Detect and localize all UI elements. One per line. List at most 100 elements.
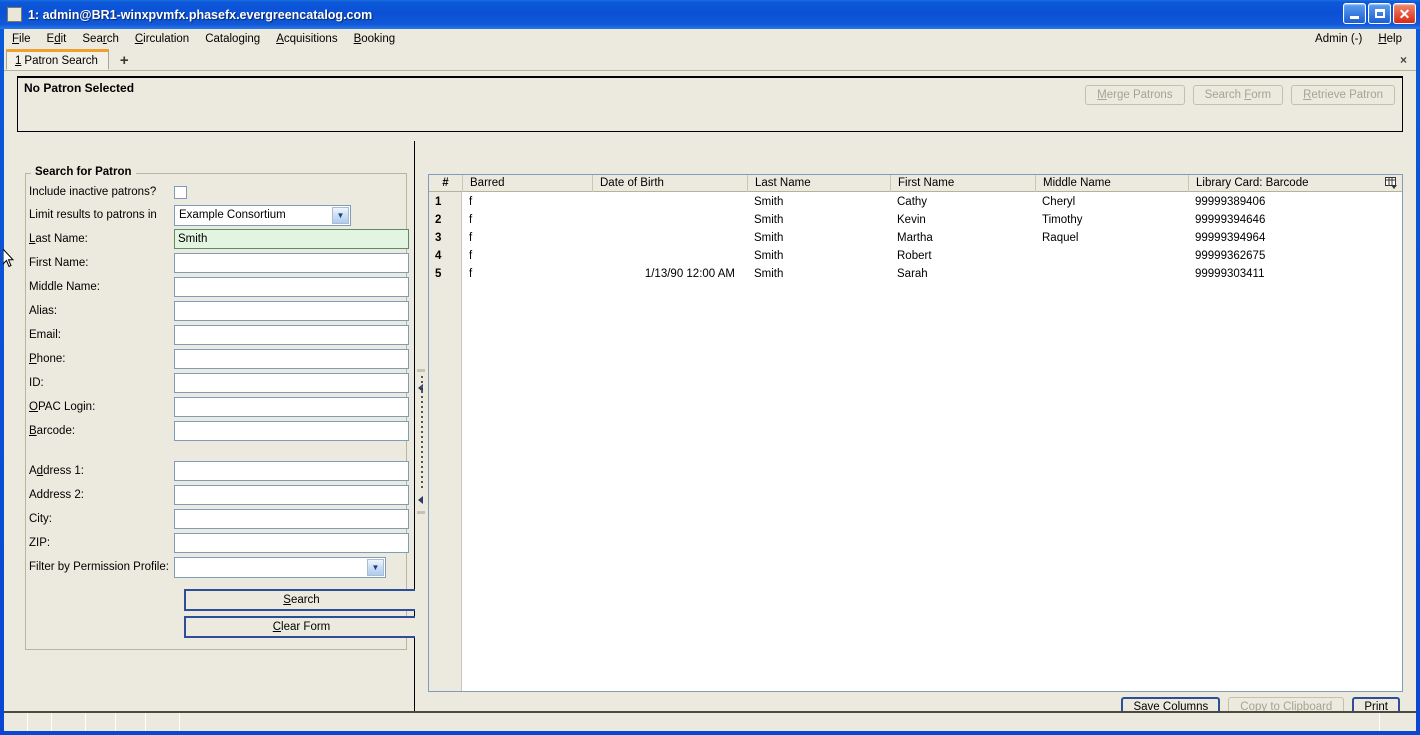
table-row[interactable]: 1 f Smith Cathy Cheryl 99999389406 <box>429 193 1402 211</box>
barcode-input[interactable] <box>174 421 409 441</box>
table-cell-middle: Raquel <box>1042 232 1079 244</box>
limit-results-select[interactable]: Example Consortium ▼ <box>174 204 351 226</box>
alias-input[interactable] <box>174 301 409 321</box>
table-cell-barcode: 99999303411 <box>1195 268 1265 280</box>
field-row-last-name: Last Name: <box>29 229 409 249</box>
table-cell-barcode: 99999394646 <box>1195 214 1266 226</box>
field-row-city: City: <box>29 509 409 529</box>
application-window: 1: admin@BR1-winxpvmfx.phasefx.evergreen… <box>0 0 1420 735</box>
label-address1: Address 1: <box>29 465 84 477</box>
label-alias: Alias: <box>29 305 58 317</box>
table-cell-barcode: 99999362675 <box>1195 250 1266 262</box>
label-opac-login: OPAC Login: <box>29 401 96 413</box>
grid-column-header-label: First Name <box>898 177 955 189</box>
retrieve-patron-button[interactable]: Retrieve Patron <box>1291 85 1395 105</box>
menu-booking[interactable]: Booking <box>346 31 404 47</box>
results-panel: # Barred Date of Birth Last Name First Name M… <box>428 141 1403 726</box>
menu-edit[interactable]: Edit <box>39 31 75 47</box>
patron-status-label: No Patron Selected <box>24 81 135 95</box>
label-last-name: Last Name: <box>29 233 88 245</box>
last-name-input[interactable] <box>174 229 409 249</box>
tab-label: Patron Search <box>24 54 98 67</box>
menu-help[interactable]: Help <box>1370 31 1410 47</box>
table-cell-first: Kevin <box>897 214 926 226</box>
window-controls: ✕ <box>1343 3 1416 24</box>
search-panel: Search for Patron Include inactive patro… <box>17 141 419 726</box>
merge-patrons-button[interactable]: Merge Patrons <box>1085 85 1185 105</box>
grid-column-header[interactable]: Last Name <box>747 175 890 192</box>
table-cell-dob <box>592 247 747 265</box>
search-button[interactable]: Search <box>184 589 419 611</box>
menu-circulation[interactable]: Circulation <box>127 31 197 47</box>
grid-column-header[interactable]: # <box>429 175 462 192</box>
menu-acquisitions[interactable]: Acquisitions <box>268 31 345 47</box>
field-row-address2: Address 2: <box>29 485 409 505</box>
status-bar-segment <box>4 713 28 731</box>
address2-input[interactable] <box>174 485 409 505</box>
field-row-address1: Address 1: <box>29 461 409 481</box>
grid-column-header[interactable]: Middle Name <box>1035 175 1188 192</box>
table-cell-first: Sarah <box>897 268 928 280</box>
include-inactive-checkbox[interactable] <box>174 185 187 199</box>
table-row[interactable]: 4 f Smith Robert 99999362675 <box>429 247 1402 265</box>
splitter-bar-bottom <box>417 511 425 514</box>
menu-admin[interactable]: Admin (-) <box>1307 31 1370 47</box>
menu-search[interactable]: Search <box>74 31 126 47</box>
patron-header-buttons: Merge Patrons Search Form Retrieve Patro… <box>1085 85 1395 105</box>
grid-column-header[interactable]: First Name <box>890 175 1035 192</box>
minimize-button[interactable] <box>1343 3 1366 24</box>
label-include-inactive: Include inactive patrons? <box>29 186 157 198</box>
clear-form-button[interactable]: Clear Form <box>184 616 419 638</box>
menu-cataloging[interactable]: Cataloging <box>197 31 268 47</box>
label-zip: ZIP: <box>29 537 51 549</box>
permission-profile-select[interactable]: ▼ <box>174 556 386 578</box>
clear-form-button-label: Clear Form <box>272 621 331 633</box>
field-row-zip: ZIP: <box>29 533 409 553</box>
status-bar-segment <box>28 713 52 731</box>
field-row-id: ID: <box>29 373 409 393</box>
table-row[interactable]: 5 f 1/13/90 12:00 AM Smith Sarah 99999303411 <box>429 265 1402 283</box>
search-form-legend: Search for Patron <box>31 166 136 178</box>
close-tab-button[interactable]: × <box>1400 53 1407 67</box>
content-area: Search for Patron Include inactive patro… <box>17 141 1403 726</box>
title-bar: 1: admin@BR1-winxpvmfx.phasefx.evergreen… <box>0 0 1420 29</box>
grid-column-header[interactable]: Library Card: Barcode <box>1188 175 1402 192</box>
grid-column-header[interactable]: Date of Birth <box>592 175 747 192</box>
grid-column-header[interactable]: Barred <box>462 175 592 192</box>
zip-input[interactable] <box>174 533 409 553</box>
column-picker-icon[interactable] <box>1384 176 1399 190</box>
search-button-label: Search <box>283 594 320 606</box>
menu-file[interactable]: File <box>4 31 39 47</box>
table-row[interactable]: 3 f Smith Martha Raquel 99999394964 <box>429 229 1402 247</box>
close-button[interactable]: ✕ <box>1393 3 1416 24</box>
status-bar <box>4 711 1416 731</box>
table-row[interactable]: 2 f Smith Kevin Timothy 99999394646 <box>429 211 1402 229</box>
splitter-grip <box>421 376 423 491</box>
address1-input[interactable] <box>174 461 409 481</box>
panel-splitter[interactable] <box>415 141 428 726</box>
opac-login-input[interactable] <box>174 397 409 417</box>
middle-name-input[interactable] <box>174 277 409 297</box>
email-input[interactable] <box>174 325 409 345</box>
label-id: ID: <box>29 377 44 389</box>
tab-patron-search[interactable]: 1 Patron Search <box>6 49 109 70</box>
field-row-barcode: Barcode: <box>29 421 409 441</box>
first-name-input[interactable] <box>174 253 409 273</box>
table-cell-num: 1 <box>435 196 442 208</box>
grid-column-header-label: Middle Name <box>1043 177 1111 189</box>
field-row-first-name: First Name: <box>29 253 409 273</box>
splitter-collapse-arrow-bottom[interactable] <box>418 496 423 504</box>
id-input[interactable] <box>174 373 409 393</box>
chevron-down-icon: ▼ <box>332 206 349 224</box>
grid-column-header-label: Date of Birth <box>600 177 664 189</box>
status-bar-segment <box>116 713 146 731</box>
field-row-middle-name: Middle Name: <box>29 277 409 297</box>
tab-index: 1 <box>15 54 22 67</box>
search-form-button[interactable]: Search Form <box>1192 85 1284 105</box>
new-tab-button[interactable]: + <box>115 53 134 68</box>
patron-header-panel: Merge Patrons Search Form Retrieve Patro… <box>17 76 1403 132</box>
maximize-button[interactable] <box>1368 3 1391 24</box>
city-input[interactable] <box>174 509 409 529</box>
phone-input[interactable] <box>174 349 409 369</box>
label-barcode: Barcode: <box>29 425 76 437</box>
